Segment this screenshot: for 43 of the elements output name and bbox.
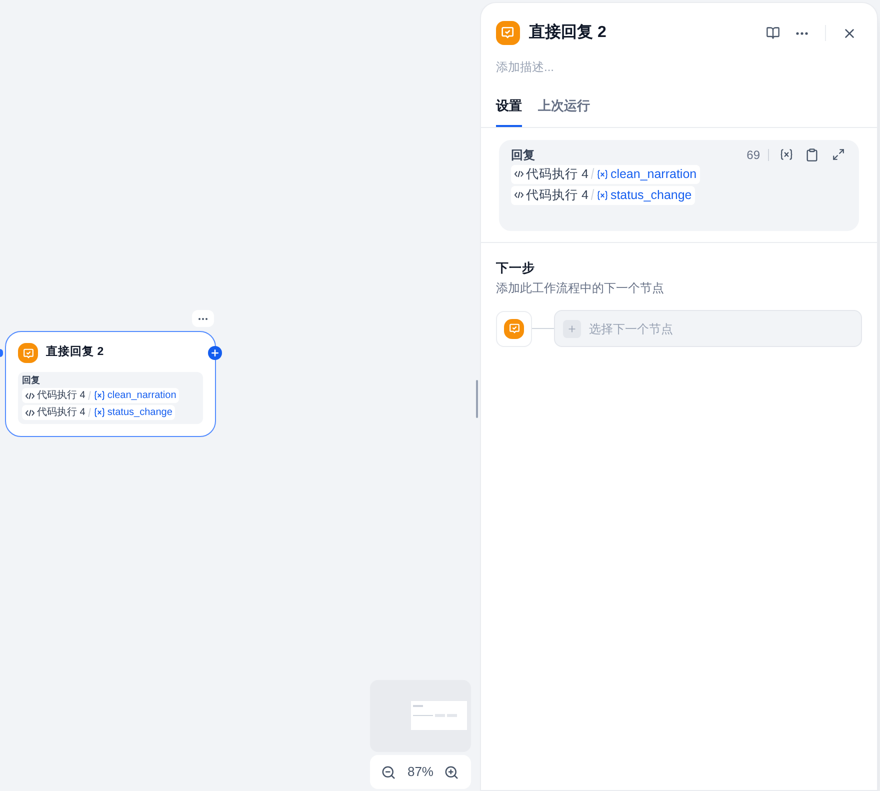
input-handle[interactable] xyxy=(0,349,3,357)
node-title: 直接回复 2 xyxy=(46,344,104,360)
tab[interactable]: 上次运行 xyxy=(538,96,590,126)
minimap-node-drawing xyxy=(411,701,467,730)
variable-name: clean_narration xyxy=(610,166,697,183)
panel-title: 直接回复 2 xyxy=(529,22,606,43)
description-field[interactable]: 添加描述... xyxy=(496,58,862,76)
code-icon xyxy=(514,169,524,179)
reply-node-icon xyxy=(18,343,38,363)
variable-name: clean_narration xyxy=(107,389,176,403)
reply-node-icon xyxy=(496,21,520,45)
source-node-name: 代码执行 4 xyxy=(37,388,86,403)
plus-icon xyxy=(563,320,581,338)
zoom-in-button[interactable] xyxy=(444,764,460,780)
workflow-node[interactable]: 直接回复 2 回复 代码执行 4 clean_narration 代码执行 4 status_change xyxy=(5,331,216,437)
field-label: 回复 xyxy=(511,146,535,164)
tab[interactable]: 设置 xyxy=(496,96,522,126)
zoom-out-button[interactable] xyxy=(381,764,396,780)
variable-icon xyxy=(94,390,106,401)
more-button[interactable] xyxy=(192,310,214,327)
add-node-button[interactable] xyxy=(208,346,222,360)
more-icon xyxy=(796,32,808,34)
variable-icon xyxy=(94,407,106,418)
source-node-name: 代码执行 4 xyxy=(526,186,588,204)
code-icon xyxy=(25,408,35,418)
resize-handle[interactable] xyxy=(476,380,478,418)
variable-icon xyxy=(597,168,608,180)
zoom-level: 87% xyxy=(407,763,434,782)
reply-editor[interactable]: 回复 69 代码执行 4 clean_narration 代码执行 4 status_change xyxy=(499,140,859,230)
variable-icon xyxy=(597,190,608,200)
source-node-name: 代码执行 4 xyxy=(526,166,588,183)
character-count: 69 xyxy=(746,146,760,164)
section-description: 添加此工作流程中的下一个节点 xyxy=(496,280,665,298)
source-node-name: 代码执行 4 xyxy=(37,406,86,420)
variable-name: status_change xyxy=(107,406,172,420)
variable-icon xyxy=(780,148,792,161)
code-icon xyxy=(25,390,35,400)
variable-name: status_change xyxy=(610,186,692,204)
plus-icon xyxy=(210,348,220,358)
section-title: 下一步 xyxy=(496,260,536,276)
section-label: 回复 xyxy=(22,375,41,386)
code-icon xyxy=(514,190,524,200)
reply-node-icon xyxy=(504,318,524,339)
